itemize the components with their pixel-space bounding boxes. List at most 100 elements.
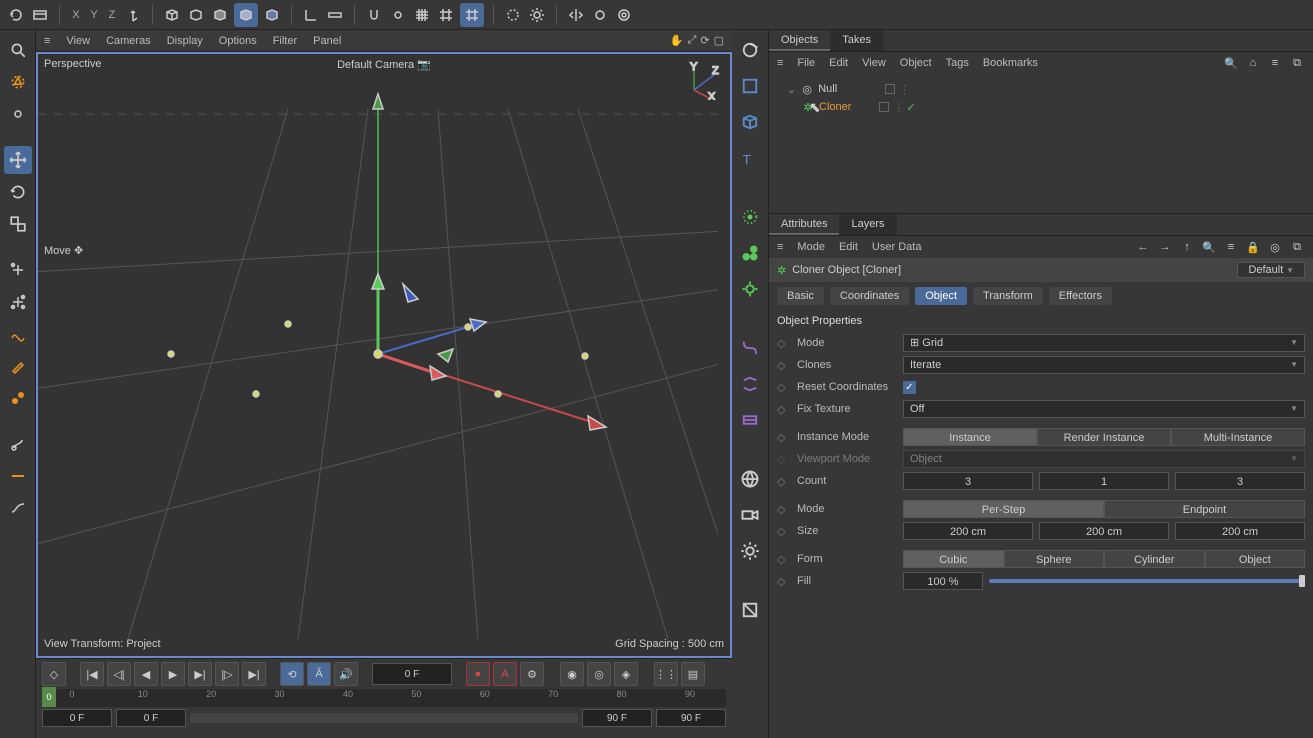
- preset-dropdown[interactable]: Default ▼: [1237, 262, 1305, 278]
- go-end-icon[interactable]: ▶|: [242, 662, 266, 686]
- text-spline-icon[interactable]: T: [736, 144, 764, 172]
- tab-layers[interactable]: Layers: [839, 214, 896, 235]
- gear-icon[interactable]: [527, 5, 547, 25]
- record-icon[interactable]: ●: [466, 662, 490, 686]
- lock-icon[interactable]: 🔒: [1245, 239, 1261, 255]
- range-slider[interactable]: [190, 713, 578, 723]
- max-icon[interactable]: ▢: [714, 34, 724, 47]
- axis-y[interactable]: Y: [87, 9, 101, 21]
- om-bookmarks[interactable]: Bookmarks: [983, 57, 1038, 69]
- am-edit[interactable]: Edit: [839, 241, 858, 253]
- autokey-icon[interactable]: Ă: [307, 662, 331, 686]
- keyframe-diamond-icon[interactable]: ◇: [777, 553, 791, 566]
- visibility-toggle[interactable]: [885, 84, 895, 94]
- spline-edit-icon[interactable]: [4, 320, 32, 348]
- timeline-ruler[interactable]: 0 0 10 20 30 40 50 60 70 80 90: [42, 689, 726, 707]
- enable-check-icon[interactable]: ✓: [906, 101, 915, 114]
- viewport[interactable]: Perspective Default Camera 📷 Move ✥ View…: [36, 52, 732, 658]
- tab-object[interactable]: Object: [915, 287, 967, 305]
- mirror-icon[interactable]: [566, 5, 586, 25]
- fwd-icon[interactable]: →: [1157, 239, 1173, 255]
- visibility-toggle[interactable]: [879, 102, 889, 112]
- zoom-icon[interactable]: ⤢: [688, 34, 697, 47]
- layer-dots[interactable]: ⋮: [893, 101, 902, 114]
- hamburger-icon[interactable]: ≡: [44, 35, 50, 47]
- null-icon[interactable]: [736, 36, 764, 64]
- scene-icon[interactable]: [736, 465, 764, 493]
- keyframe-diamond-icon[interactable]: ◇: [777, 403, 791, 416]
- cube-wire-icon[interactable]: [162, 5, 182, 25]
- tab-effectors[interactable]: Effectors: [1049, 287, 1112, 305]
- grid-snap-icon[interactable]: [460, 3, 484, 27]
- filter-icon[interactable]: ≡: [1223, 239, 1239, 255]
- key-rot-icon[interactable]: ◎: [587, 662, 611, 686]
- paint-icon[interactable]: [4, 430, 32, 458]
- fill-value[interactable]: 100 %: [903, 572, 983, 590]
- angle-icon[interactable]: [301, 5, 321, 25]
- keyframe-diamond-icon[interactable]: ◇: [777, 475, 791, 488]
- effector-icon[interactable]: [736, 275, 764, 303]
- keyframe-diamond-icon[interactable]: ◇: [777, 525, 791, 538]
- cube-gradient-icon[interactable]: [262, 5, 282, 25]
- snap-toggle-icon[interactable]: [388, 5, 408, 25]
- add-point-icon[interactable]: [4, 256, 32, 284]
- key-pla-icon[interactable]: ▤: [681, 662, 705, 686]
- keyframe-diamond-icon[interactable]: ◇: [777, 431, 791, 444]
- tab-objects[interactable]: Objects: [769, 30, 830, 51]
- go-start-icon[interactable]: |◀: [80, 662, 104, 686]
- play-icon[interactable]: ▶: [161, 662, 185, 686]
- hamburger-icon[interactable]: ≡: [777, 241, 783, 253]
- keyframe-diamond-icon[interactable]: ◇: [777, 575, 791, 588]
- range-end[interactable]: 90 F: [582, 709, 652, 727]
- tab-coordinates[interactable]: Coordinates: [830, 287, 909, 305]
- cube-icon[interactable]: [186, 5, 206, 25]
- fill-slider[interactable]: [989, 579, 1305, 583]
- om-edit[interactable]: Edit: [829, 57, 848, 69]
- keyframe-icon[interactable]: ◇: [42, 662, 66, 686]
- sculpt-icon[interactable]: [4, 384, 32, 412]
- prev-key-icon[interactable]: ◁|: [107, 662, 131, 686]
- hand-icon[interactable]: ✋: [670, 34, 684, 47]
- range-end2[interactable]: 90 F: [656, 709, 726, 727]
- scale-tool-icon[interactable]: [4, 210, 32, 238]
- cube-solid-icon[interactable]: [210, 5, 230, 25]
- prev-frame-icon[interactable]: ◀: [134, 662, 158, 686]
- filter-icon[interactable]: ≡: [1267, 55, 1283, 71]
- object-tree[interactable]: ⌄ ◎ Null ⋮ ✲ Cloner ⋮ ✓ ⬉: [769, 74, 1313, 214]
- hamburger-icon[interactable]: ≡: [777, 57, 783, 69]
- next-frame-icon[interactable]: ▶|: [188, 662, 212, 686]
- coord-icon[interactable]: [123, 5, 143, 25]
- deformer-icon[interactable]: [736, 334, 764, 362]
- live-select-icon[interactable]: [4, 68, 32, 96]
- hline-icon[interactable]: [4, 462, 32, 490]
- key-pos-icon[interactable]: ◉: [560, 662, 584, 686]
- om-view[interactable]: View: [862, 57, 886, 69]
- popout-icon[interactable]: ⧉: [1289, 55, 1305, 71]
- form-segment[interactable]: Cubic Sphere Cylinder Object: [903, 550, 1305, 568]
- step-mode-segment[interactable]: Per-Step Endpoint: [903, 500, 1305, 518]
- grid-icon[interactable]: [436, 5, 456, 25]
- om-tags[interactable]: Tags: [946, 57, 969, 69]
- vm-cameras[interactable]: Cameras: [106, 35, 151, 47]
- popout-icon[interactable]: ⧉: [1289, 239, 1305, 255]
- volume-icon[interactable]: [736, 406, 764, 434]
- fixtex-dropdown[interactable]: Off▼: [903, 400, 1305, 418]
- keyframe-diamond-icon[interactable]: ◇: [777, 381, 791, 394]
- keyframe-diamond-icon[interactable]: ◇: [777, 359, 791, 372]
- up-icon[interactable]: ↑: [1179, 239, 1195, 255]
- clones-dropdown[interactable]: Iterate▼: [903, 356, 1305, 374]
- range-start[interactable]: 0 F: [42, 709, 112, 727]
- gear-tool-icon[interactable]: [4, 100, 32, 128]
- current-frame[interactable]: 0 F: [372, 663, 452, 685]
- axis-z[interactable]: Z: [105, 9, 119, 21]
- back-icon[interactable]: ←: [1135, 239, 1151, 255]
- layout-icon[interactable]: [30, 5, 50, 25]
- tab-takes[interactable]: Takes: [830, 30, 883, 51]
- soft-icon[interactable]: [590, 5, 610, 25]
- vm-filter[interactable]: Filter: [273, 35, 297, 47]
- primitive-cube-icon[interactable]: [736, 108, 764, 136]
- layer-dots[interactable]: ⋮: [899, 83, 908, 96]
- am-mode[interactable]: Mode: [797, 241, 825, 253]
- am-userdata[interactable]: User Data: [872, 241, 922, 253]
- keyframe-diamond-icon[interactable]: ◇: [777, 337, 791, 350]
